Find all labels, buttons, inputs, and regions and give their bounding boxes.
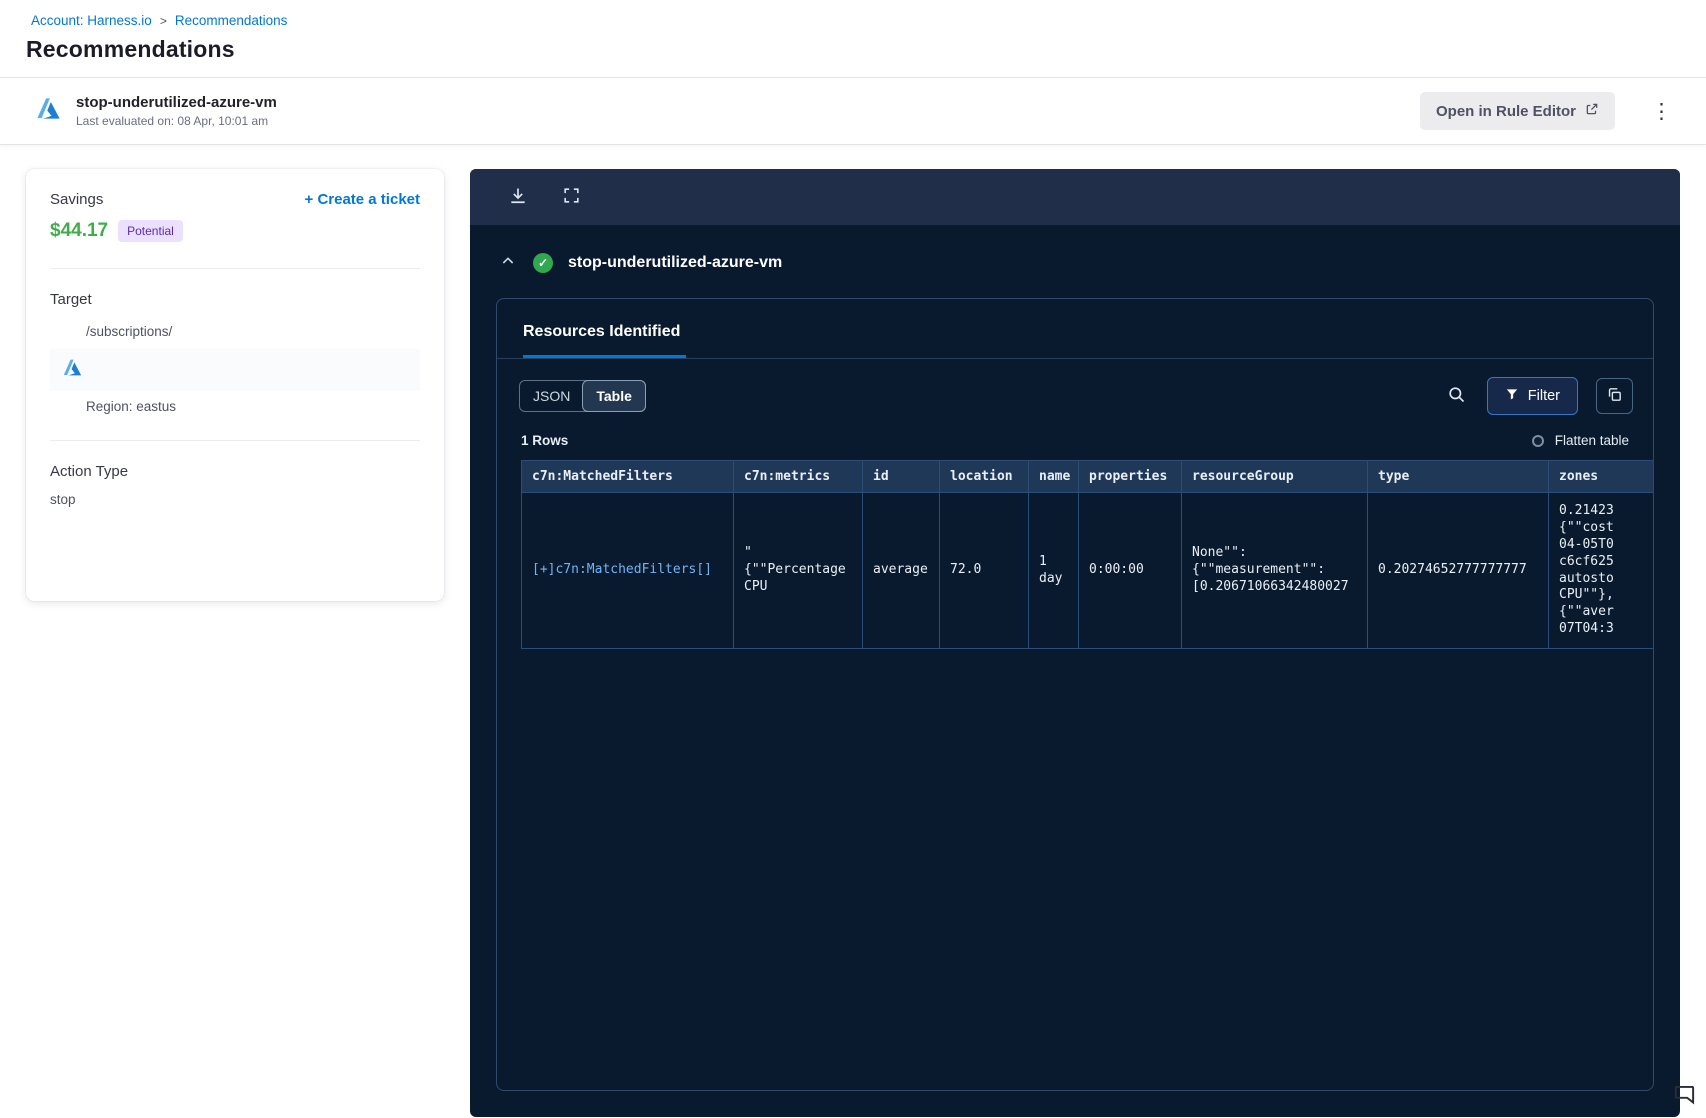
- col-header-type: type: [1367, 460, 1549, 493]
- main-content: Savings + Create a ticket $44.17 Potenti…: [0, 145, 1706, 1117]
- breadcrumb-separator: >: [159, 13, 167, 28]
- card-divider: [50, 268, 420, 269]
- external-link-icon: [1585, 102, 1599, 120]
- panel-rule-title: stop-underutilized-azure-vm: [568, 253, 783, 271]
- panel-toolbar: [470, 169, 1680, 225]
- col-header-zones: zones: [1548, 460, 1653, 493]
- search-button[interactable]: [1445, 383, 1469, 410]
- cell-resourcegroup: None"": {""measurement"": [0.20671066342…: [1181, 491, 1368, 650]
- download-icon: [508, 186, 528, 209]
- breadcrumb-account-link[interactable]: Account: Harness.io: [31, 13, 152, 28]
- open-in-rule-editor-label: Open in Rule Editor: [1435, 102, 1576, 120]
- filter-label: Filter: [1527, 388, 1560, 404]
- target-label: Target: [50, 291, 92, 308]
- col-header-metrics: c7n:metrics: [733, 460, 863, 493]
- resources-panel: Resources Identified JSON Table Filter 1…: [496, 298, 1654, 1091]
- table-actions: Filter: [1445, 377, 1633, 415]
- cell-matchedfilters-expander[interactable]: [+]c7n:MatchedFilters[]: [521, 491, 734, 650]
- recommendation-title: stop-underutilized-azure-vm: [76, 94, 277, 111]
- action-type-label: Action Type: [50, 463, 129, 480]
- header-right: Open in Rule Editor ⋮: [1419, 92, 1678, 130]
- cell-zones: 0.21423 {""cost 04-05T0 c6cf625 autosto …: [1548, 491, 1653, 650]
- copy-button[interactable]: [1596, 378, 1633, 414]
- azure-target-icon: [62, 359, 83, 382]
- table-meta-row: 1 Rows Flatten table: [497, 415, 1653, 460]
- tabs-row: Resources Identified: [497, 299, 1653, 359]
- table-header-row: c7n:MatchedFilters c7n:metrics id locati…: [521, 460, 1653, 493]
- cell-properties: 0:00:00: [1078, 491, 1182, 650]
- card-divider: [50, 440, 420, 441]
- chevron-up-icon: [500, 253, 516, 272]
- search-icon: [1447, 385, 1467, 408]
- cell-id: average: [862, 491, 940, 650]
- resources-table: c7n:MatchedFilters c7n:metrics id locati…: [521, 460, 1653, 650]
- header-title-block: stop-underutilized-azure-vm Last evaluat…: [76, 94, 277, 128]
- savings-amount: $44.17: [50, 220, 109, 241]
- cell-name: 1 day: [1028, 491, 1079, 650]
- target-azure-row: [50, 349, 420, 391]
- flatten-toggle-dot: [1531, 434, 1544, 447]
- filter-funnel-icon: [1505, 387, 1519, 405]
- success-check-icon: ✓: [533, 252, 553, 273]
- col-header-resourcegroup: resourceGroup: [1181, 460, 1368, 493]
- copy-icon: [1606, 386, 1623, 406]
- tab-resources-identified[interactable]: Resources Identified: [523, 323, 687, 358]
- filter-button[interactable]: Filter: [1486, 377, 1578, 415]
- chat-bubble-icon: [1672, 1085, 1698, 1111]
- col-header-name: name: [1028, 460, 1079, 493]
- cell-metrics: " {""Percentage CPU: [733, 491, 863, 650]
- cell-location: 72.0: [939, 491, 1029, 650]
- col-header-properties: properties: [1078, 460, 1182, 493]
- resources-table-wrap: c7n:MatchedFilters c7n:metrics id locati…: [521, 460, 1653, 650]
- target-region: Region: eastus: [86, 399, 177, 414]
- more-options-button[interactable]: ⋮: [1645, 97, 1678, 126]
- azure-logo-icon: [35, 95, 62, 127]
- view-toggle: JSON Table: [519, 380, 646, 412]
- potential-badge: Potential: [118, 220, 183, 242]
- col-header-id: id: [862, 460, 940, 493]
- cell-type: 0.20274652777777777: [1367, 491, 1549, 650]
- recommendation-header-bar: stop-underutilized-azure-vm Last evaluat…: [0, 77, 1706, 145]
- flatten-table-label: Flatten table: [1554, 433, 1629, 448]
- rows-count: 1 Rows: [521, 433, 569, 448]
- page-title: Recommendations: [26, 36, 235, 62]
- breadcrumb: Account: Harness.io > Recommendations: [0, 0, 1706, 28]
- table-controls-row: JSON Table Filter: [497, 359, 1653, 415]
- help-chat-button[interactable]: [1672, 1081, 1698, 1112]
- action-type-value: stop: [50, 492, 76, 507]
- create-ticket-link[interactable]: + Create a ticket: [305, 191, 420, 208]
- target-subscription-path: /subscriptions/: [86, 324, 173, 339]
- savings-card: Savings + Create a ticket $44.17 Potenti…: [26, 169, 444, 601]
- breadcrumb-recommendations-link[interactable]: Recommendations: [175, 13, 288, 28]
- savings-label: Savings: [50, 191, 104, 208]
- fullscreen-icon: [562, 186, 581, 208]
- collapse-section-button[interactable]: [498, 251, 518, 274]
- table-row: [+]c7n:MatchedFilters[] " {""Percentage …: [521, 491, 1653, 650]
- panel-title-row: ✓ stop-underutilized-azure-vm: [470, 225, 1680, 274]
- col-header-matchedfilters: c7n:MatchedFilters: [521, 460, 734, 493]
- col-header-location: location: [939, 460, 1029, 493]
- view-toggle-table[interactable]: Table: [582, 380, 646, 412]
- flatten-table-toggle[interactable]: Flatten table: [1531, 433, 1629, 448]
- expand-fullscreen-button[interactable]: [560, 184, 583, 210]
- view-toggle-json[interactable]: JSON: [520, 381, 583, 411]
- recommendation-detail-panel: ✓ stop-underutilized-azure-vm Resources …: [470, 169, 1680, 1117]
- open-in-rule-editor-button[interactable]: Open in Rule Editor: [1419, 92, 1615, 130]
- last-evaluated-text: Last evaluated on: 08 Apr, 10:01 am: [76, 114, 269, 128]
- header-left: stop-underutilized-azure-vm Last evaluat…: [35, 94, 277, 128]
- download-button[interactable]: [506, 184, 530, 211]
